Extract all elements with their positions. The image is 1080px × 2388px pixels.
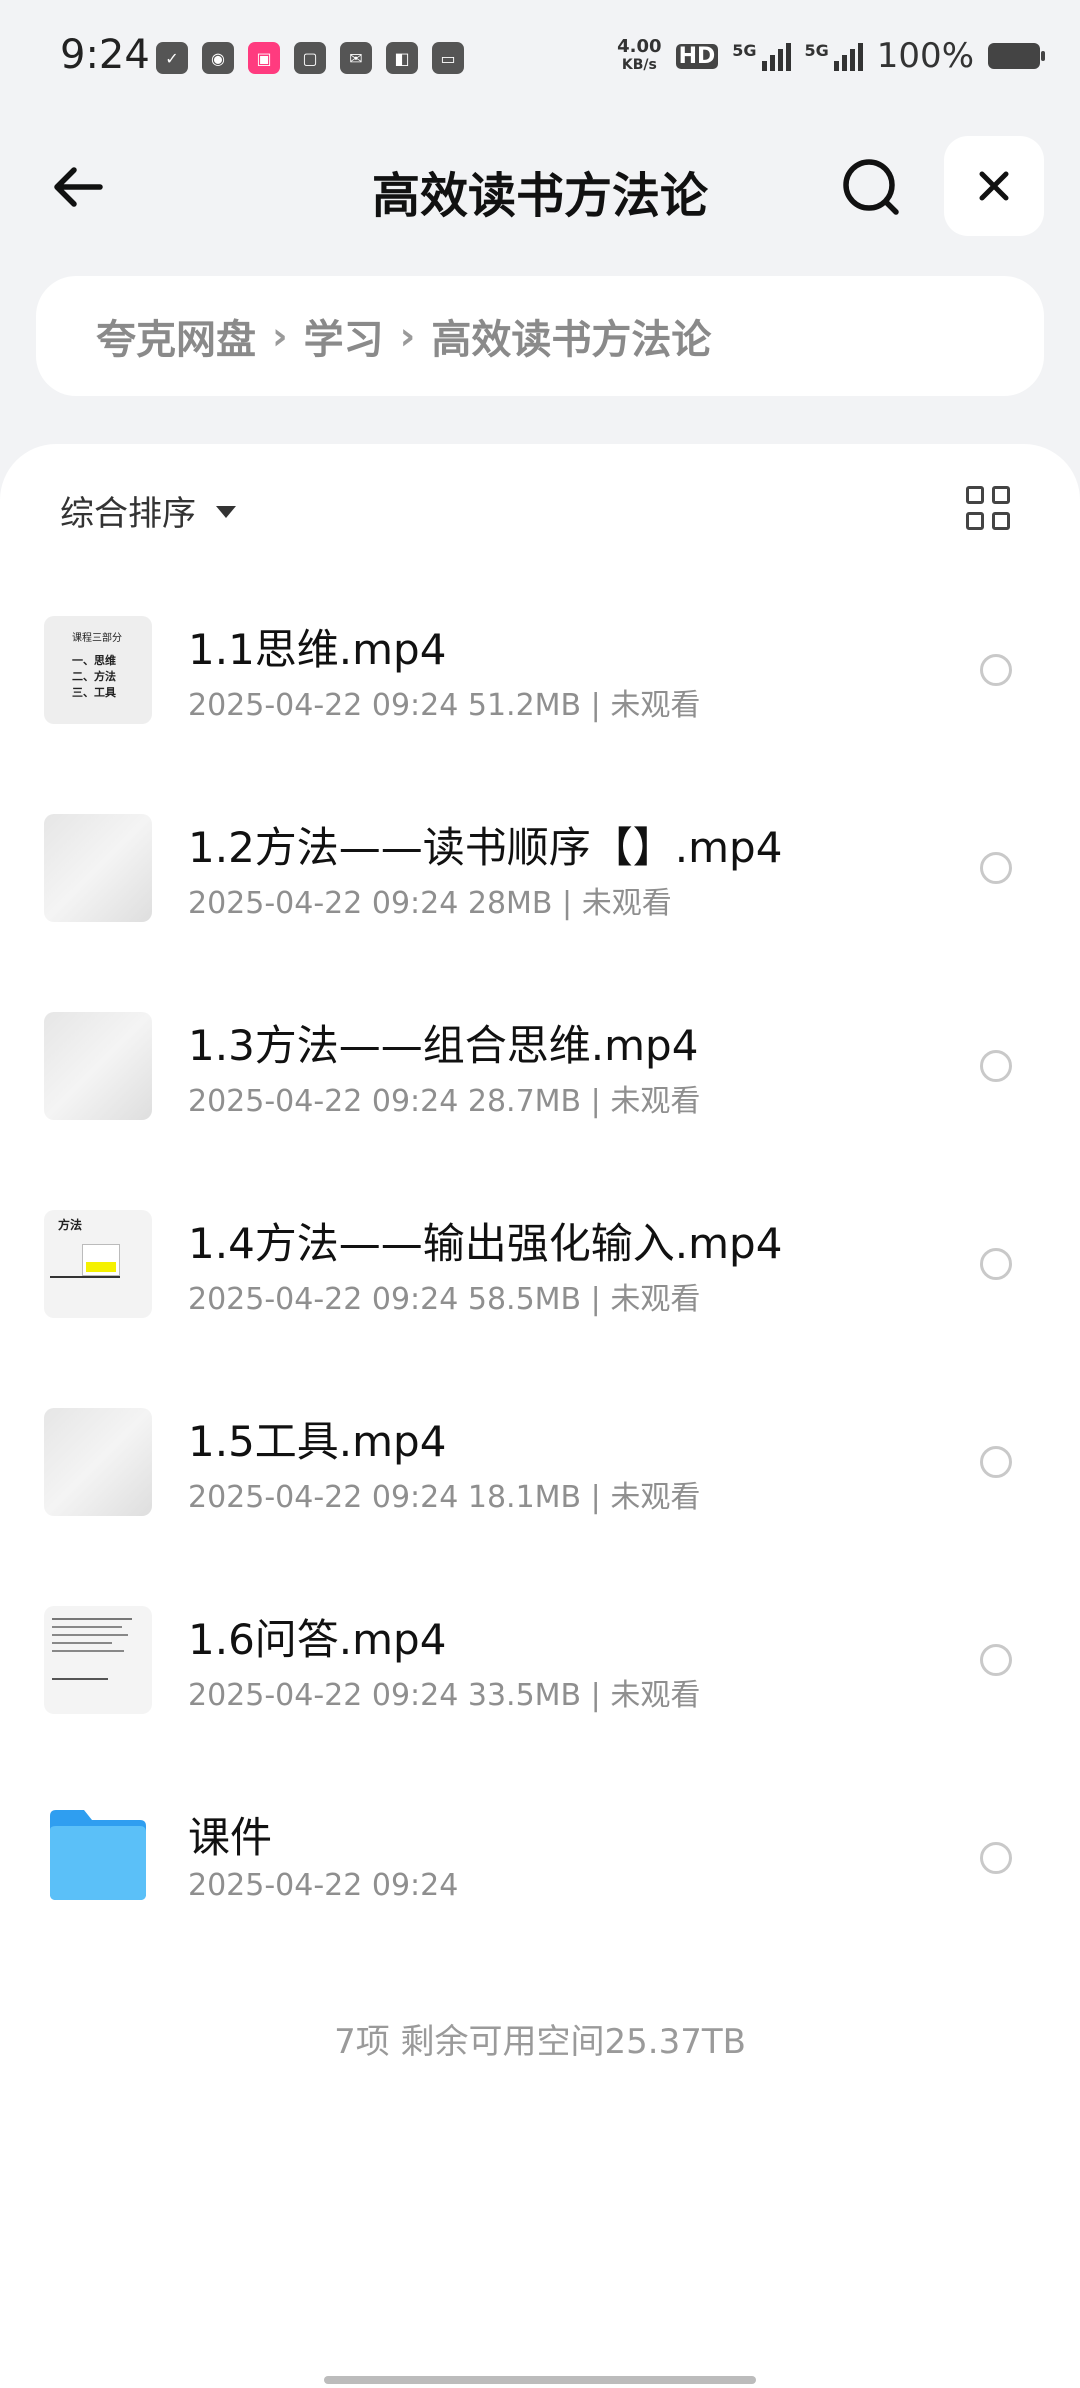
file-row[interactable]: 1.3方法——组合思维.mp4 2025-04-22 09:24 28.7MB …: [0, 986, 1080, 1184]
breadcrumb-item-study[interactable]: 学习: [304, 307, 384, 365]
breadcrumb-separator: ›: [399, 314, 416, 358]
status-indicators: 4.00 KB/s HD 5G 5G 100%: [617, 36, 1045, 76]
status-time: 9:24: [60, 32, 150, 78]
select-radio[interactable]: [980, 852, 1012, 884]
caret-down-icon: [216, 505, 236, 518]
breadcrumb-item-current[interactable]: 高效读书方法论: [431, 307, 711, 365]
bilibili-icon: ▣: [248, 42, 280, 74]
notification-icons: ✓ ◉ ▣ ▢ ✉ ◧ ▭: [156, 42, 464, 74]
video-thumbnail: [44, 1012, 152, 1120]
mail-icon: ✉: [340, 42, 372, 74]
file-name: 1.1思维.mp4: [188, 625, 447, 674]
page-title: 高效读书方法论: [371, 168, 708, 224]
file-name: 1.6问答.mp4: [188, 1615, 447, 1664]
file-meta: 2025-04-22 09:24 18.1MB | 未观看: [188, 1480, 701, 1515]
grid-view-button[interactable]: [966, 486, 1014, 534]
select-radio[interactable]: [980, 1248, 1012, 1280]
file-row[interactable]: 方法 1.4方法——输出强化输入.mp4 2025-04-22 09:24 58…: [0, 1184, 1080, 1382]
video-thumbnail: [44, 1408, 152, 1516]
tuan-icon: ▢: [294, 42, 326, 74]
breadcrumb: 夸克网盘 › 学习 › 高效读书方法论: [36, 276, 1044, 396]
storage-summary: 7项 剩余可用空间25.37TB: [334, 2022, 746, 2062]
hd-icon: HD: [675, 43, 719, 69]
video-thumbnail: [44, 1606, 152, 1714]
video-thumbnail: 方法: [44, 1210, 152, 1318]
net-speed: 4.00 KB/s: [617, 36, 662, 74]
file-name: 1.2方法——读书顺序【】.mp4: [188, 823, 783, 872]
file-meta: 2025-04-22 09:24 58.5MB | 未观看: [188, 1282, 701, 1317]
home-indicator[interactable]: [324, 2376, 756, 2384]
file-row[interactable]: 课程三部分 一、思维 二、方法 三、工具 1.1思维.mp4 2025-04-2…: [0, 590, 1080, 788]
battery-percent: 100%: [876, 36, 974, 76]
video-thumbnail: [44, 814, 152, 922]
battery-icon: [988, 43, 1045, 69]
weibo-icon: ◉: [202, 42, 234, 74]
header: 高效读书方法论: [0, 130, 1080, 240]
file-row[interactable]: 1.6问答.mp4 2025-04-22 09:24 33.5MB | 未观看: [0, 1580, 1080, 1778]
video-thumbnail: 课程三部分 一、思维 二、方法 三、工具: [44, 616, 152, 724]
folder-row[interactable]: 课件 2025-04-22 09:24: [0, 1778, 1080, 1976]
signal-icon-1: 5G: [732, 41, 791, 71]
search-icon: [843, 159, 899, 215]
status-bar: 9:24 ✓ ◉ ▣ ▢ ✉ ◧ ▭ 4.00 KB/s HD 5G 5G 10…: [0, 0, 1080, 120]
file-list: 课程三部分 一、思维 二、方法 三、工具 1.1思维.mp4 2025-04-2…: [0, 590, 1080, 1976]
file-row[interactable]: 1.2方法——读书顺序【】.mp4 2025-04-22 09:24 28MB …: [0, 788, 1080, 986]
sort-dropdown[interactable]: 综合排序: [60, 486, 236, 535]
file-meta: 2025-04-22 09:24 28.7MB | 未观看: [188, 1084, 701, 1119]
search-button[interactable]: [836, 152, 906, 222]
file-row[interactable]: 1.5工具.mp4 2025-04-22 09:24 18.1MB | 未观看: [0, 1382, 1080, 1580]
file-meta: 2025-04-22 09:24 33.5MB | 未观看: [188, 1678, 701, 1713]
breadcrumb-separator: ›: [272, 314, 288, 358]
file-meta: 2025-04-22 09:24 51.2MB | 未观看: [188, 688, 701, 723]
file-name: 1.5工具.mp4: [188, 1417, 447, 1466]
close-button[interactable]: [944, 136, 1044, 236]
select-radio[interactable]: [980, 1446, 1012, 1478]
signal-icon-2: 5G: [805, 41, 863, 71]
folder-meta: 2025-04-22 09:24: [188, 1868, 459, 1903]
check-icon: ✓: [156, 42, 188, 74]
select-radio[interactable]: [980, 654, 1012, 686]
select-radio[interactable]: [980, 1842, 1012, 1874]
folder-icon: [50, 1810, 146, 1900]
sort-label: 综合排序: [60, 494, 196, 534]
close-icon: [979, 171, 1009, 201]
folder-name: 课件: [188, 1813, 273, 1862]
file-meta: 2025-04-22 09:24 28MB | 未观看: [188, 886, 672, 921]
file-panel: 综合排序 课程三部分 一、思维 二、方法 三、工具 1.1思维.mp4 2025…: [0, 444, 1080, 2388]
select-radio[interactable]: [980, 1050, 1012, 1082]
file-name: 1.4方法——输出强化输入.mp4: [188, 1219, 783, 1268]
vivo-icon: ▭: [432, 42, 464, 74]
file-name: 1.3方法——组合思维.mp4: [188, 1021, 699, 1070]
tie-icon: ◧: [386, 42, 418, 74]
breadcrumb-item-root[interactable]: 夸克网盘: [96, 307, 256, 365]
select-radio[interactable]: [980, 1644, 1012, 1676]
